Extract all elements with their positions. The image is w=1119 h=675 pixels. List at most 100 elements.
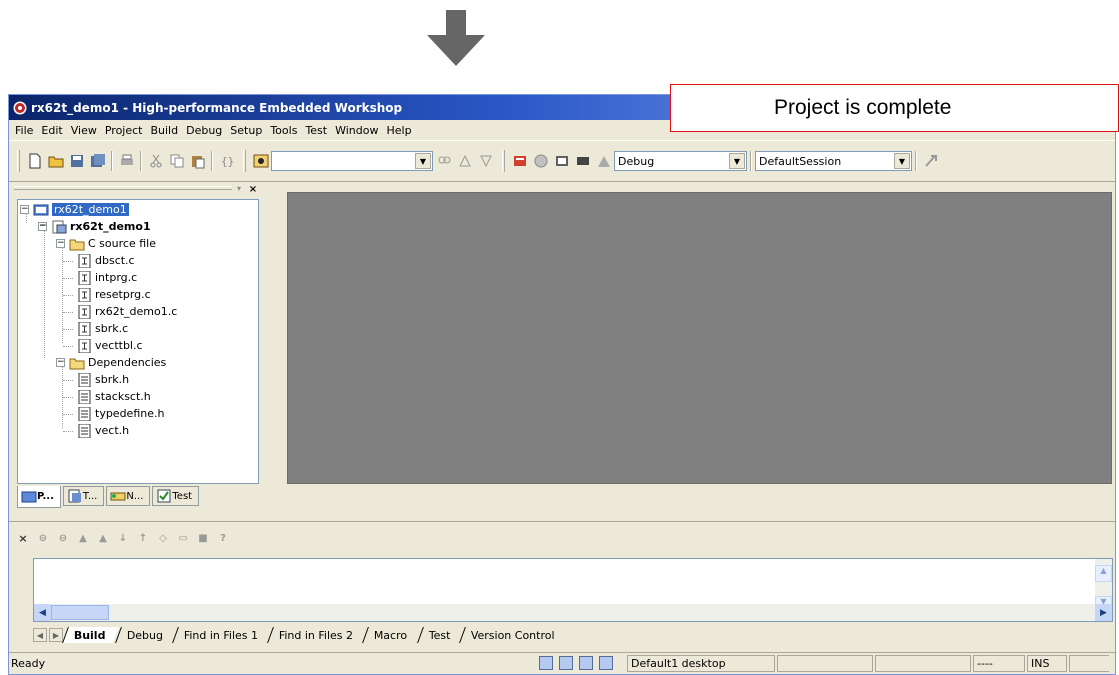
file-label: sbrk.c	[95, 322, 129, 335]
tab-navigation[interactable]: N...	[106, 486, 151, 506]
collapse-icon[interactable]: −	[56, 239, 65, 248]
copy-icon[interactable]: ▭	[173, 528, 193, 548]
save-all-icon[interactable]	[87, 151, 108, 172]
menu-file[interactable]: File	[11, 124, 37, 137]
tab-find-in-files-1[interactable]: Find in Files 1	[171, 627, 271, 643]
menu-window[interactable]: Window	[331, 124, 382, 137]
resize-grip[interactable]	[1069, 655, 1109, 672]
chevron-down-icon[interactable]: ▼	[894, 153, 910, 169]
tab-find-in-files-2[interactable]: Find in Files 2	[267, 627, 367, 643]
scroll-thumb[interactable]	[51, 605, 109, 620]
tab-build[interactable]: Build	[62, 627, 119, 643]
desktop-panel: Default1 desktop	[627, 655, 775, 672]
copy-icon[interactable]	[166, 151, 187, 172]
clear-icon[interactable]: ◇	[153, 528, 173, 548]
toolbar-grip[interactable]	[502, 150, 505, 172]
tab-debug[interactable]: Debug	[114, 627, 176, 643]
build-config-combo[interactable]: Debug ▼	[614, 151, 747, 171]
next-error-icon[interactable]: ⊖	[33, 528, 53, 548]
file-node[interactable]: sbrk.h	[76, 371, 129, 388]
save-icon[interactable]	[66, 151, 87, 172]
new-file-icon[interactable]	[24, 151, 45, 172]
find-next-icon[interactable]	[454, 151, 475, 172]
collapse-icon[interactable]: −	[38, 222, 47, 231]
menu-debug[interactable]: Debug	[182, 124, 226, 137]
close-icon[interactable]: ×	[247, 184, 259, 195]
tab-test[interactable]: Test	[152, 486, 200, 506]
output-text-area[interactable]: ▲ ▼ ◀ ▶	[33, 558, 1113, 622]
open-folder-icon[interactable]	[45, 151, 66, 172]
collapse-icon[interactable]: −	[20, 205, 29, 214]
tab-next-icon[interactable]: ▶	[49, 628, 63, 642]
file-node[interactable]: vect.h	[76, 422, 129, 439]
paste-icon[interactable]	[187, 151, 208, 172]
file-node[interactable]: vecttbl.c	[76, 337, 143, 354]
scroll-right-icon[interactable]: ▶	[1095, 604, 1112, 621]
build-all-icon[interactable]	[551, 151, 572, 172]
menu-build[interactable]: Build	[146, 124, 182, 137]
scroll-up-icon[interactable]: ▲	[1095, 565, 1112, 582]
connect-icon[interactable]	[920, 151, 941, 172]
sort-desc-icon[interactable]: ↑	[133, 528, 153, 548]
next-warning-icon[interactable]: ▲	[73, 528, 93, 548]
search-combo[interactable]: ▼	[271, 151, 433, 171]
panel-grip[interactable]	[14, 186, 232, 190]
bracket-match-icon[interactable]: {}	[216, 151, 237, 172]
print-icon[interactable]	[116, 151, 137, 172]
project-node[interactable]: − rx62t_demo1	[38, 218, 151, 235]
toolbar-grip[interactable]	[17, 150, 20, 172]
compile-icon[interactable]	[509, 151, 530, 172]
find-icon[interactable]	[433, 151, 454, 172]
workspace-node[interactable]: − rx62t_demo1	[20, 201, 129, 218]
tab-version-control[interactable]: Version Control	[459, 627, 568, 643]
desktop-3-icon[interactable]	[579, 656, 593, 670]
desktop-4-icon[interactable]	[599, 656, 613, 670]
prev-error-icon[interactable]: ⊖	[53, 528, 73, 548]
horizontal-scrollbar[interactable]: ◀ ▶	[34, 604, 1112, 621]
c-file-icon	[78, 321, 91, 336]
toolbar-grip[interactable]	[243, 150, 246, 172]
close-icon[interactable]: ×	[13, 528, 33, 548]
menu-setup[interactable]: Setup	[226, 124, 266, 137]
help-icon[interactable]: ?	[213, 528, 233, 548]
folder-node-source[interactable]: − C source file	[56, 235, 156, 252]
menu-test[interactable]: Test	[301, 124, 331, 137]
file-node[interactable]: intprg.c	[76, 269, 137, 286]
file-node[interactable]: typedefine.h	[76, 405, 164, 422]
scroll-left-icon[interactable]: ◀	[34, 604, 51, 621]
stop-build-icon[interactable]	[572, 151, 593, 172]
menu-edit[interactable]: Edit	[37, 124, 66, 137]
chevron-down-icon[interactable]: ▼	[729, 153, 745, 169]
menu-project[interactable]: Project	[101, 124, 147, 137]
folder-node-dependencies[interactable]: − Dependencies	[56, 354, 166, 371]
find-prev-icon[interactable]	[475, 151, 496, 172]
menu-view[interactable]: View	[67, 124, 101, 137]
session-combo[interactable]: DefaultSession ▼	[755, 151, 912, 171]
desktop-2-icon[interactable]	[559, 656, 573, 670]
tab-test[interactable]: Test	[416, 627, 464, 643]
tab-macro[interactable]: Macro	[362, 627, 421, 643]
desktop-1-icon[interactable]	[539, 656, 553, 670]
collapse-icon[interactable]: −	[56, 358, 65, 367]
folder-icon	[69, 239, 85, 250]
file-node[interactable]: rx62t_demo1.c	[76, 303, 177, 320]
file-node[interactable]: sbrk.c	[76, 320, 128, 337]
file-node[interactable]: dbsct.c	[76, 252, 135, 269]
prev-warning-icon[interactable]: ▲	[93, 528, 113, 548]
chevron-down-icon[interactable]: ▼	[415, 153, 431, 169]
tab-projects[interactable]: P...	[17, 486, 61, 508]
cut-icon[interactable]	[145, 151, 166, 172]
save-icon[interactable]: ■	[193, 528, 213, 548]
tab-templates[interactable]: T...	[62, 486, 105, 506]
desktop-icons	[539, 656, 619, 670]
menu-tools[interactable]: Tools	[266, 124, 301, 137]
dock-toggle-icon[interactable]: ▾	[233, 184, 245, 195]
sort-asc-icon[interactable]: ↓	[113, 528, 133, 548]
build-config-icon[interactable]	[593, 151, 614, 172]
tab-prev-icon[interactable]: ◀	[33, 628, 47, 642]
build-icon[interactable]	[530, 151, 551, 172]
file-node[interactable]: resetprg.c	[76, 286, 151, 303]
find-in-files-icon[interactable]	[250, 151, 271, 172]
file-node[interactable]: stacksct.h	[76, 388, 151, 405]
menu-help[interactable]: Help	[382, 124, 415, 137]
